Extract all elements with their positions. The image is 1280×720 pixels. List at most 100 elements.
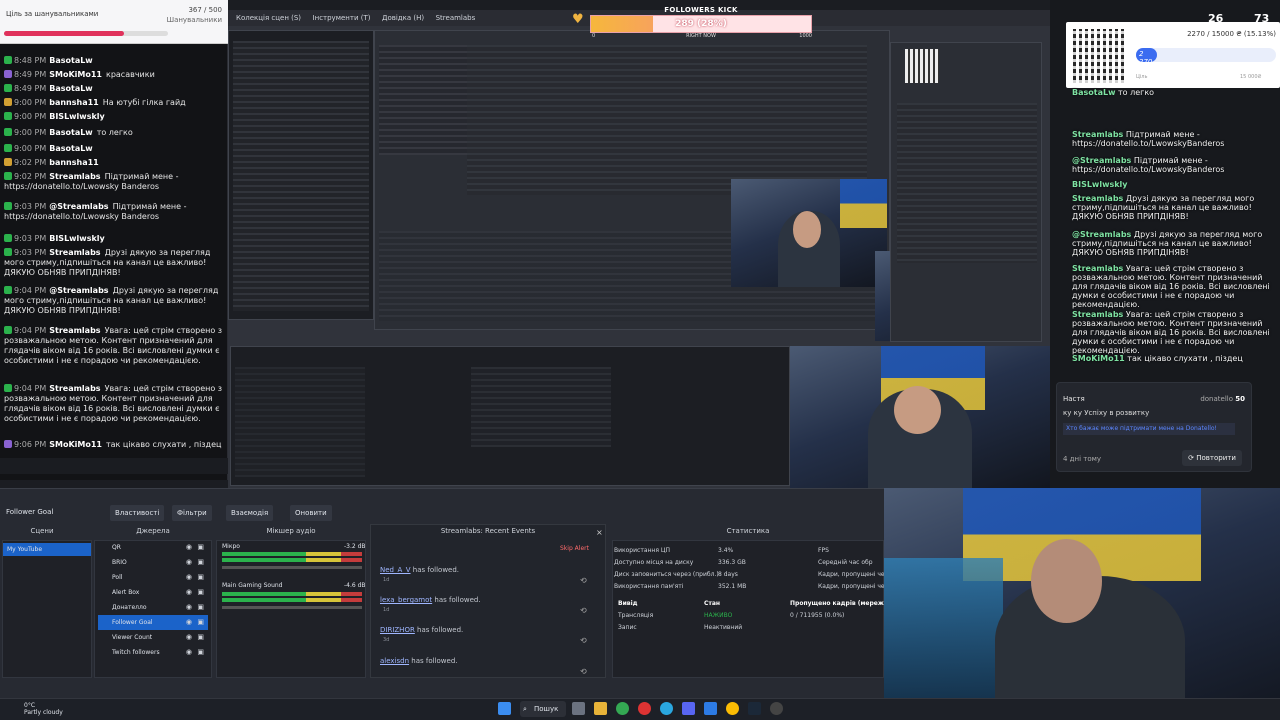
chat-user[interactable]: BISLwlwskly — [49, 234, 105, 243]
source-item[interactable]: Follower Goal ◉ ▣ — [98, 615, 208, 630]
chat-user[interactable]: bannsha11 — [49, 98, 99, 107]
taskbar-search[interactable]: ⌕ Пошук — [520, 701, 566, 717]
tab-refresh[interactable]: Оновити — [290, 505, 332, 521]
eye-icon[interactable]: ◉ — [186, 645, 192, 660]
chat-user[interactable]: @Streamlabs — [49, 286, 108, 295]
chat-message: 9:02 PM Streamlabs Підтримай мене - https:… — [4, 172, 224, 192]
lock-icon[interactable]: ▣ — [197, 585, 204, 600]
stat-diskfull-label: Диск заповниться через (прибл.) — [614, 571, 719, 578]
weather-widget[interactable]: 0°C Partly cloudy — [24, 702, 63, 716]
chrome-icon[interactable] — [726, 702, 739, 715]
source-item[interactable]: QR ◉ ▣ — [98, 540, 208, 555]
source-item[interactable]: Viewer Count ◉ ▣ — [98, 630, 208, 645]
eye-icon[interactable]: ◉ — [186, 540, 192, 555]
file-explorer-icon[interactable] — [594, 702, 607, 715]
event-text: has followed. — [409, 657, 458, 665]
recent-events-title: Streamlabs: Recent Events — [440, 527, 536, 535]
lock-icon[interactable]: ▣ — [197, 555, 204, 570]
nested-preview-capture — [374, 30, 1031, 341]
source-label: Alert Box — [112, 589, 140, 596]
eye-icon[interactable]: ◉ — [186, 630, 192, 645]
overlay-chat-message: Streamlabs Друзі дякую за перегляд мого … — [1072, 194, 1274, 221]
overlay-chat-user: Streamlabs — [1072, 194, 1124, 203]
replay-icon[interactable]: ⟲ — [580, 576, 587, 585]
chat-user[interactable]: @Streamlabs — [49, 202, 108, 211]
chat-user[interactable]: Streamlabs — [49, 326, 100, 335]
source-item[interactable]: Донателло ◉ ▣ — [98, 600, 208, 615]
browser-icon[interactable] — [616, 702, 629, 715]
menu-help[interactable]: Довідка (H) — [382, 10, 424, 26]
chat-user[interactable]: Streamlabs — [49, 248, 100, 257]
lock-icon[interactable]: ▣ — [197, 630, 204, 645]
chat-user[interactable]: SMoKiMo11 — [49, 70, 102, 79]
event-user[interactable]: lexa_bergamot — [380, 596, 432, 604]
task-view-icon[interactable] — [572, 702, 585, 715]
event-time: 1d — [383, 607, 390, 613]
mixer-slider-game[interactable] — [222, 606, 362, 609]
mixer-name-game: Main Gaming Sound — [222, 582, 283, 589]
lock-icon[interactable]: ▣ — [197, 600, 204, 615]
nested-obs-dock — [230, 346, 790, 486]
chat-user[interactable]: SMoKiMo11 — [49, 440, 102, 449]
source-item[interactable]: Twitch followers ◉ ▣ — [98, 645, 208, 660]
scene-item[interactable]: My YouTube — [3, 543, 91, 556]
menu-tools[interactable]: Інструменти (T) — [313, 10, 371, 26]
chat-user[interactable]: bannsha11 — [49, 158, 99, 167]
eye-icon[interactable]: ◉ — [186, 600, 192, 615]
tab-interact[interactable]: Взаємодія — [226, 505, 274, 521]
app-icon[interactable] — [704, 702, 717, 715]
donation-name: Настя — [1063, 395, 1085, 403]
overlay-chat-user: @Streamlabs — [1072, 230, 1132, 239]
replay-icon[interactable]: ⟲ — [580, 636, 587, 645]
tab-properties[interactable]: Властивості — [110, 505, 165, 521]
chat-message: 9:03 PM BISLwlwskly — [4, 234, 224, 244]
steam-icon[interactable] — [748, 702, 761, 715]
mixer-slider-mic[interactable] — [222, 566, 362, 569]
studio-preview[interactable] — [228, 26, 1050, 488]
stats-title: Статистика — [726, 527, 770, 535]
lock-icon[interactable]: ▣ — [197, 615, 204, 630]
chat-user[interactable]: BasotaLw — [49, 84, 92, 93]
source-item[interactable]: BRIO ◉ ▣ — [98, 555, 208, 570]
lock-icon[interactable]: ▣ — [197, 570, 204, 585]
stat-dropped-1-label: Кадри, пропущені че — [818, 571, 885, 578]
lock-icon[interactable]: ▣ — [197, 540, 204, 555]
chat-user[interactable]: BasotaLw — [49, 128, 92, 137]
close-icon[interactable]: × — [596, 528, 603, 537]
overlay-chat-message: @Streamlabs Друзі дякую за перегляд мого… — [1072, 230, 1274, 257]
repeat-alert-button[interactable]: ⟳ Повторити — [1182, 450, 1242, 466]
repeat-label: Повторити — [1196, 454, 1236, 462]
chat-user[interactable]: Streamlabs — [49, 384, 100, 393]
start-icon[interactable] — [498, 702, 511, 715]
source-label: Донателло — [112, 604, 147, 611]
chat-user[interactable]: BISLwlwskly — [49, 112, 105, 121]
menu-streamlabs[interactable]: Streamlabs — [436, 10, 476, 26]
telegram-icon[interactable] — [660, 702, 673, 715]
output-stream-state: НАЖИВО — [704, 612, 733, 619]
event-user[interactable]: alexisdn — [380, 657, 409, 665]
eye-icon[interactable]: ◉ — [186, 615, 192, 630]
tab-filters[interactable]: Фільтри — [172, 505, 212, 521]
opera-icon[interactable] — [638, 702, 651, 715]
badge-icon — [4, 326, 12, 334]
source-item[interactable]: Alert Box ◉ ▣ — [98, 585, 208, 600]
chat-user[interactable]: BasotaLw — [49, 56, 92, 65]
chat-user[interactable]: Streamlabs — [49, 172, 100, 181]
obs-icon[interactable] — [770, 702, 783, 715]
event-user[interactable]: DIRIZHOR — [380, 626, 415, 634]
lock-icon[interactable]: ▣ — [197, 645, 204, 660]
discord-icon[interactable] — [682, 702, 695, 715]
source-item[interactable]: Poll ◉ ▣ — [98, 570, 208, 585]
chat-user[interactable]: BasotaLw — [49, 144, 92, 153]
nested-cam-1 — [731, 179, 887, 287]
event-user[interactable]: Ned_A_V — [380, 566, 411, 574]
eye-icon[interactable]: ◉ — [186, 555, 192, 570]
eye-icon[interactable]: ◉ — [186, 585, 192, 600]
skip-alert-button[interactable]: Skip Alert — [560, 545, 598, 555]
replay-icon[interactable]: ⟲ — [580, 606, 587, 615]
eye-icon[interactable]: ◉ — [186, 570, 192, 585]
menu-scene-collection[interactable]: Колекція сцен (S) — [236, 10, 301, 26]
replay-icon[interactable]: ⟲ — [580, 667, 587, 676]
chat-toolbar[interactable] — [0, 458, 228, 474]
stat-render-label: Середній час обр — [818, 559, 873, 566]
